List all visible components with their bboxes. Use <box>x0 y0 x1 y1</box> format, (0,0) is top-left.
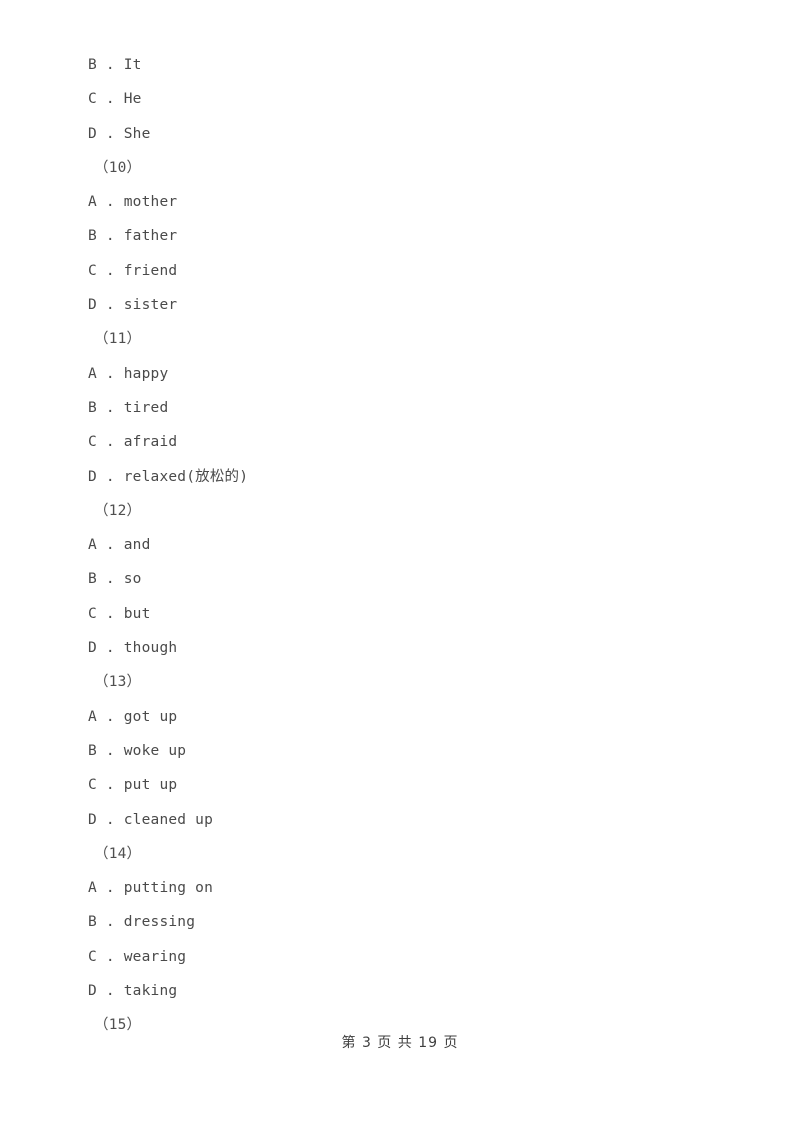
answer-option: C . afraid <box>88 434 178 451</box>
answer-option: B . father <box>88 228 178 245</box>
page-footer: 第 3 页 共 19 页 <box>341 1035 459 1051</box>
answer-option: D . cleaned up <box>88 811 214 828</box>
question-number: （14） <box>94 845 142 862</box>
answer-option: C . He <box>88 91 142 108</box>
answer-option: B . so <box>88 571 142 588</box>
answer-option: D . relaxed(放松的) <box>88 468 249 485</box>
answer-option: C . put up <box>88 777 178 794</box>
answer-option: D . taking <box>88 983 178 1000</box>
answer-option: D . though <box>88 640 178 657</box>
answer-option: A . mother <box>88 194 178 211</box>
answer-option: C . wearing <box>88 948 187 965</box>
answer-option: B . It <box>88 57 142 73</box>
answer-option: D . sister <box>88 297 178 314</box>
answer-option: C . but <box>88 605 151 622</box>
answer-option: B . woke up <box>88 742 187 759</box>
question-number: （13） <box>94 674 142 691</box>
question-number: （10） <box>94 159 142 176</box>
answer-option: A . and <box>88 537 151 554</box>
answer-option: A . got up <box>88 708 178 725</box>
answer-option: D . She <box>88 125 151 142</box>
answer-option: C . friend <box>88 262 178 279</box>
answer-option: A . putting on <box>88 880 214 897</box>
question-options-list: B . It C . He D . She （10） A . mother B . fat… <box>88 48 708 1043</box>
question-number: （11） <box>94 331 142 348</box>
question-number: （12） <box>94 502 142 519</box>
answer-option: A . happy <box>88 365 169 382</box>
answer-option: B . dressing <box>88 914 196 931</box>
answer-option: B . tired <box>88 399 169 416</box>
document-page: B . It C . He D . She （10） A . mother B . fat… <box>0 0 800 1132</box>
